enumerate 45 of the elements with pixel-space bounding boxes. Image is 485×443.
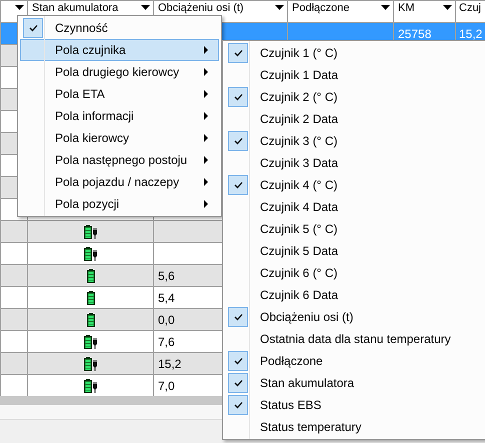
battery-plug-icon — [84, 247, 98, 262]
menu-item[interactable]: Pola czujnika — [20, 39, 219, 61]
menu-item[interactable]: Czujnik 1 (° C) — [225, 42, 485, 64]
menu-item[interactable]: Czujnik 3 Data — [225, 152, 485, 174]
menu-item[interactable]: Czujnik 4 Data — [225, 196, 485, 218]
menu-item[interactable]: Czujnik 5 (° C) — [225, 218, 485, 240]
battery-icon — [86, 269, 94, 284]
battery-plug-icon — [84, 335, 98, 350]
table-cell: 7,0 — [158, 378, 175, 392]
menu-item[interactable]: Pola kierowcy — [20, 127, 219, 149]
menu-item[interactable]: Pola ETA — [20, 83, 219, 105]
menu-item[interactable]: Status EBS — [225, 394, 485, 416]
table-cell: 5,4 — [158, 290, 175, 304]
table-cell: 5,6 — [158, 268, 175, 282]
table-cell: 7,6 — [158, 334, 175, 348]
menu-item[interactable]: Ostatnia data dla stanu temperatury — [225, 328, 485, 350]
table-cell: 0,0 — [158, 312, 175, 326]
menu-item[interactable]: Pola pojazdu / naczepy — [20, 171, 219, 193]
battery-plug-icon — [84, 379, 98, 394]
column-header[interactable]: KM — [394, 0, 456, 22]
battery-icon — [86, 313, 94, 328]
menu-item[interactable]: Pola pozycji — [20, 193, 219, 215]
menu-item[interactable]: Czujnik 4 (° C) — [225, 174, 485, 196]
battery-plug-icon — [84, 225, 98, 240]
menu-item[interactable]: Czujnik 5 Data — [225, 240, 485, 262]
menu-item[interactable]: Pola następnego postoju — [20, 149, 219, 171]
menu-item[interactable]: Czujnik 1 Data — [225, 64, 485, 86]
menu-item[interactable]: Czujnik 6 (° C) — [225, 262, 485, 284]
menu-item[interactable]: Czujnik 2 Data — [225, 108, 485, 130]
menu-item[interactable]: Obciążeniu osi (t) — [225, 306, 485, 328]
menu-item[interactable]: Podłączone — [225, 350, 485, 372]
table-cell: 15,2 — [459, 26, 482, 40]
table-cell: 25758 — [398, 26, 432, 40]
column-header[interactable]: Podłączone — [288, 0, 394, 22]
menu-item[interactable]: Czujnik 3 (° C) — [225, 130, 485, 152]
column-header[interactable]: Czuj — [456, 0, 485, 22]
battery-icon — [86, 291, 94, 306]
menu-item[interactable]: Czujnik 2 (° C) — [225, 86, 485, 108]
menu-item[interactable]: Stan akumulatora — [225, 372, 485, 394]
table-cell: 15,2 — [158, 356, 182, 370]
menu-item[interactable]: Status temperatury — [225, 416, 485, 438]
menu-item[interactable]: Pola informacji — [20, 105, 219, 127]
menu-item[interactable]: Pola drugiego kierowcy — [20, 61, 219, 83]
menu-item[interactable]: Czujnik 6 Data — [225, 284, 485, 306]
battery-plug-icon — [84, 357, 98, 372]
